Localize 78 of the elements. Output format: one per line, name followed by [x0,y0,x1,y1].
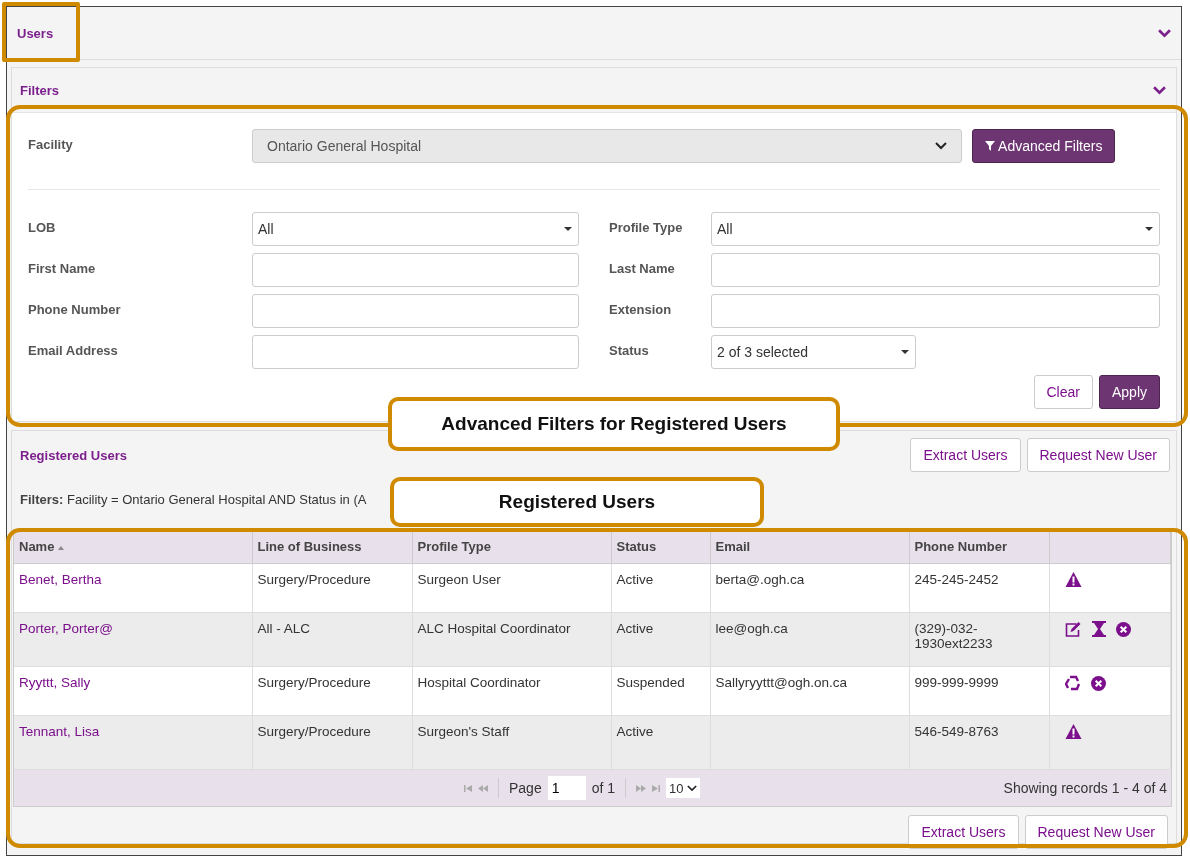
caret-icon [901,350,909,354]
input-field[interactable] [711,294,1160,328]
applied-filters-text: Filters: Facility = Ontario General Hospital AND Status in (A [20,492,367,507]
field-label: Facility [28,136,74,152]
filters-panel-title[interactable]: Filters [20,82,59,98]
input-field[interactable] [252,335,579,369]
column-header[interactable]: Phone Number [909,530,1049,564]
table-cell: Surgery/Procedure [257,724,371,739]
table-cell: ALC Hospital Coordinator [417,621,571,636]
table-cell: Active [616,572,654,587]
table-cell: Sallyryyttt@ogh.on.ca [715,675,847,690]
user-name-link[interactable]: Tennant, Lisa [19,724,100,739]
edit-icon[interactable] [1064,621,1082,637]
remove-icon[interactable] [1090,675,1106,691]
user-name-link[interactable]: Benet, Bertha [19,572,102,587]
page-size-select[interactable]: 10 [666,778,700,798]
field-label: Status [609,342,650,358]
column-header[interactable]: Name [14,530,252,564]
records-summary: Showing records 1 - 4 of 4 [1003,780,1168,796]
input-field[interactable] [252,294,579,328]
multiselect-field[interactable]: 2 of 3 selected [711,335,916,369]
field-label: First Name [28,260,97,276]
clear-button[interactable]: Clear [1033,375,1093,409]
table-cell: Active [616,621,654,636]
column-header[interactable]: Status [611,530,710,564]
recycle-icon[interactable] [1064,675,1081,691]
column-header[interactable]: Line of Business [252,530,412,564]
select-field[interactable]: All [252,212,579,246]
filter-icon [985,141,995,151]
action-button[interactable]: Request New User [1026,438,1170,472]
table-cell: All - ALC [257,621,311,636]
table-cell: lee@ogh.ca [715,621,788,636]
table-cell-text: 546-549-8763 [914,724,1000,739]
callout-label: Advanced Filters for Registered Users [388,397,840,451]
table-cell: Surgeon's Staff [417,724,510,739]
facility-dropdown[interactable]: Ontario General Hospital [252,129,962,163]
table-cell-text: 245-245-2452 [914,572,1000,587]
caret-icon [564,227,572,231]
input-field[interactable] [252,253,579,287]
remove-icon[interactable] [1115,621,1131,637]
field-label: Last Name [609,260,676,276]
column-header[interactable]: Email [710,530,909,564]
action-button[interactable]: Extract Users [910,438,1021,472]
warning-icon[interactable] [1064,572,1082,587]
table-cell: berta@.ogh.ca [715,572,805,587]
warning-icon[interactable] [1064,724,1082,739]
chevron-icon[interactable] [1158,28,1171,38]
registered-users-title: Registered Users [20,447,127,463]
field-label: Extension [609,301,673,317]
table-cell: Active [616,724,654,739]
hourglass-icon[interactable] [1091,621,1106,637]
users-panel-title[interactable]: Users [17,25,54,41]
column-header[interactable]: Profile Type [412,530,611,564]
chevron-icon[interactable] [1153,85,1166,95]
table-cell-text: 999-999-9999 [914,675,1000,690]
caret-icon [1145,227,1153,231]
user-name-link[interactable]: Ryyttt, Sally [19,675,91,690]
user-name-link[interactable]: Porter, Porter@ [19,621,113,636]
table-cell-text: (329)-032-1930ext2233 [914,621,994,651]
table-cell: Surgeon User [417,572,501,587]
field-label: Email Address [28,342,119,358]
field-label: LOB [28,219,57,235]
advanced-filters-button[interactable]: Advanced Filters [972,129,1116,163]
select-field[interactable]: All [711,212,1160,246]
table-cell: Surgery/Procedure [257,572,371,587]
field-label: Phone Number [28,301,122,317]
chevron-icon [686,784,697,792]
input-field[interactable] [711,253,1160,287]
field-label: Profile Type [609,219,684,235]
page-input[interactable]: 1 [547,776,586,800]
page-count: of 1 [591,780,616,796]
page-label: Page [509,780,542,796]
table-cell: Hospital Coordinator [417,675,541,690]
table-cell: Suspended [616,675,685,690]
callout-label: Registered Users [390,477,764,527]
table-cell: Surgery/Procedure [257,675,371,690]
chevron-icon [935,142,947,150]
apply-button[interactable]: Apply [1098,375,1160,409]
